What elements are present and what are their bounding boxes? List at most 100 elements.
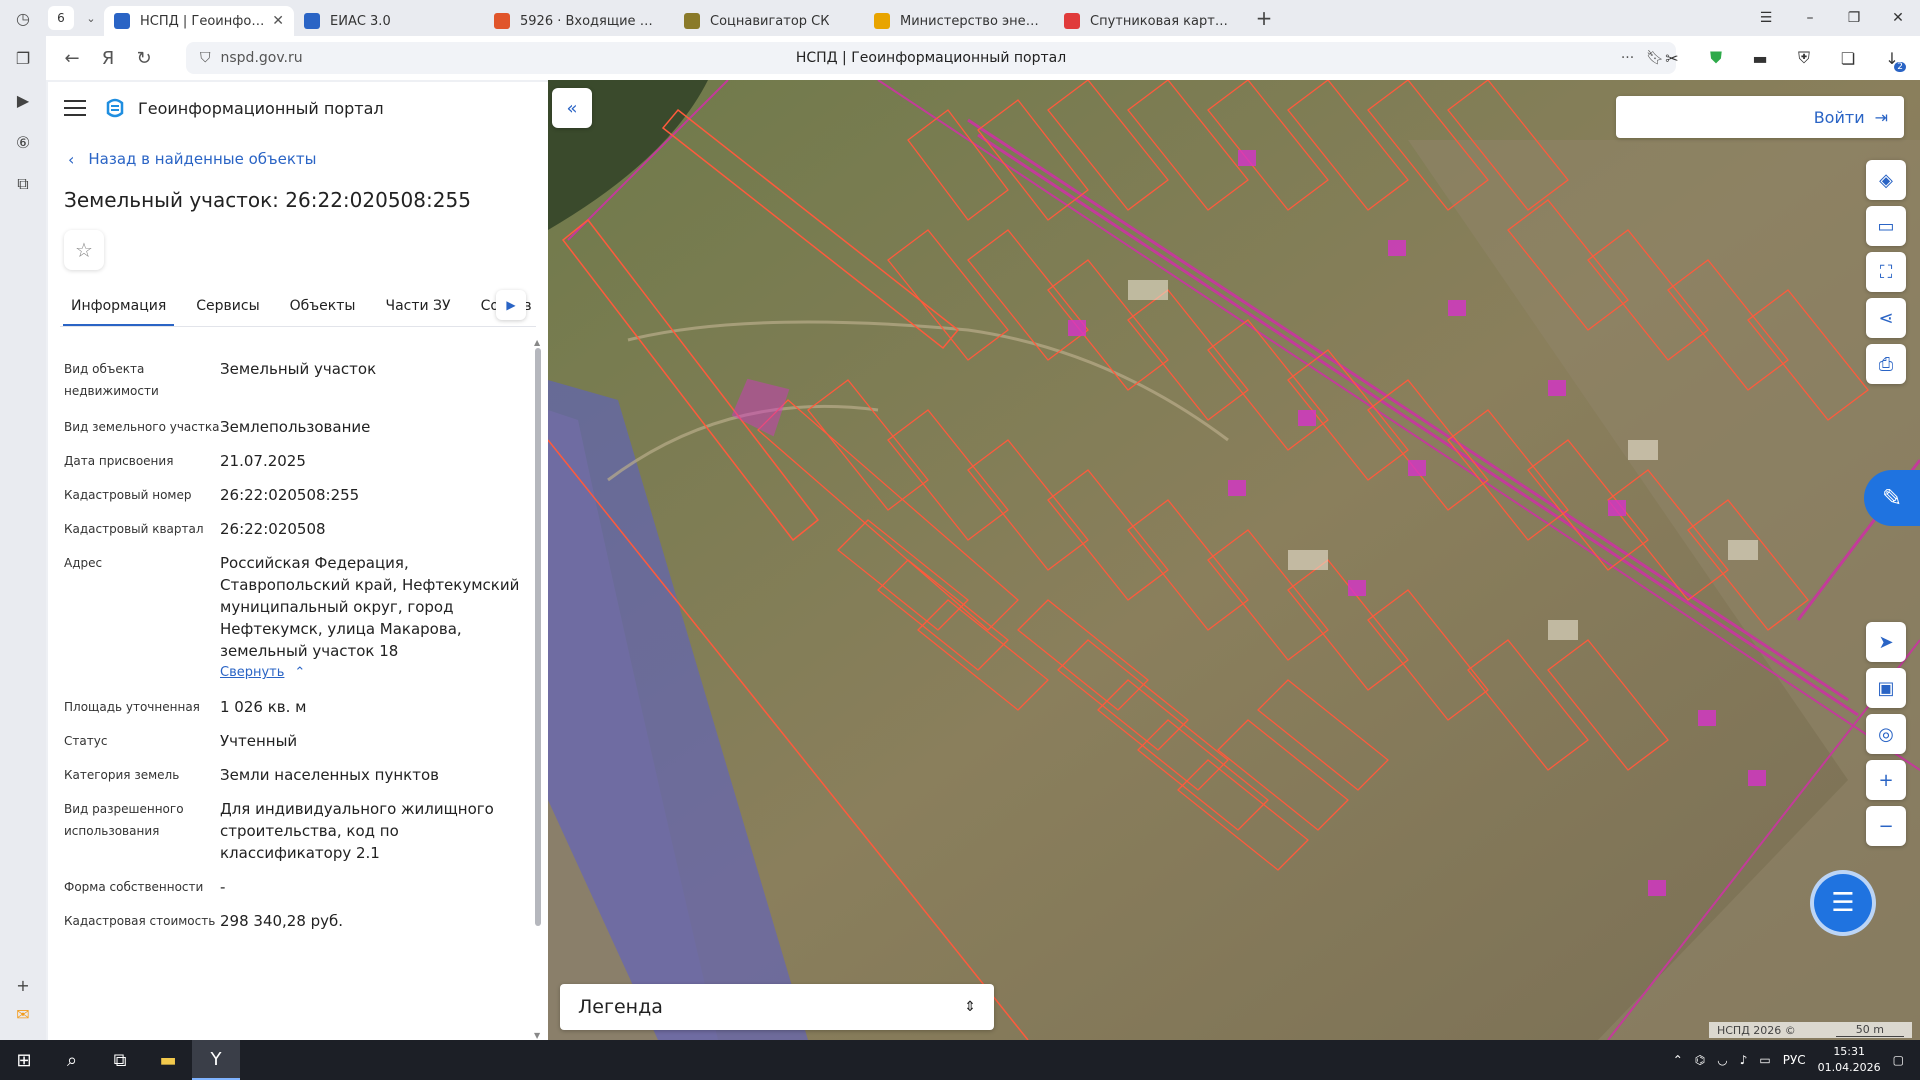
chevron-up-icon: ⌃ — [294, 665, 306, 680]
collapse-address-link[interactable]: Свернуть ⌃ — [220, 662, 530, 684]
login-label: Войти — [1813, 107, 1865, 127]
add-sidebar-icon[interactable]: + — [7, 976, 39, 995]
close-window-button[interactable]: ✕ — [1876, 0, 1920, 36]
area-select-icon[interactable]: ⛶ — [1866, 252, 1906, 292]
property-value-text: 1 026 кв. м — [220, 698, 307, 716]
browser-tab[interactable]: Соцнавигатор СК — [674, 6, 864, 36]
taskbar: ⊞ ⌕ ⧉ ▬ Y ⌃ ⌬ ◡ ♪ ▭ РУС 15:31 01.04.2026… — [0, 1040, 1920, 1080]
assistant-icon[interactable]: ✎ — [1864, 470, 1920, 526]
property-key: Кадастровая стоимость — [64, 914, 216, 928]
reload-icon[interactable]: ↻ — [126, 40, 162, 76]
share-icon[interactable]: ⋖ — [1866, 298, 1906, 338]
zoom-in-button[interactable]: + — [1866, 760, 1906, 800]
tabs-menu-icon[interactable]: ☰ — [1744, 0, 1788, 36]
layers-icon[interactable]: ◈ — [1866, 160, 1906, 200]
property-value-text: - — [220, 878, 226, 896]
yandex-logo-icon[interactable]: Я — [90, 40, 126, 76]
notifications-icon[interactable]: ▢ — [1893, 1053, 1904, 1067]
tab-favicon-icon — [684, 13, 700, 29]
property-key: Дата присвоения — [64, 454, 174, 468]
back-icon[interactable]: ← — [54, 40, 90, 76]
info-tab[interactable]: Объекты — [282, 298, 364, 326]
volume-icon[interactable]: ♪ — [1740, 1053, 1748, 1067]
property-value: - — [220, 876, 530, 898]
satellite-map[interactable] — [548, 80, 1920, 1040]
browser-tab[interactable]: ЕИАС 3.0 — [294, 6, 484, 36]
chat-icon[interactable]: ☰ — [1810, 870, 1876, 936]
protect-icon[interactable]: ⛨ — [1788, 42, 1820, 74]
url-field[interactable]: ⛉ nspd.gov.ru НСПД | Геоинформационный п… — [186, 42, 1676, 74]
property-value: Землепользование — [220, 416, 530, 438]
tab-label: НСПД | Геоинформационный портал — [140, 13, 266, 29]
browser-tab[interactable]: Министерство энергетики — [864, 6, 1054, 36]
minimize-button[interactable]: – — [1788, 0, 1832, 36]
app-6-icon[interactable]: ⑥ — [7, 126, 39, 158]
wifi-icon[interactable]: ◡ — [1717, 1053, 1727, 1067]
browser-tab[interactable]: 5926 · Входящие — Яндекс Почта — [484, 6, 674, 36]
login-icon: ⇥ — [1874, 107, 1888, 127]
task-view-icon[interactable]: ⧉ — [96, 1040, 144, 1080]
extension-icon[interactable]: ✂ — [1656, 42, 1688, 74]
tab-favicon-icon — [1064, 13, 1080, 29]
tab-favicon-icon — [494, 13, 510, 29]
language-indicator[interactable]: РУС — [1783, 1053, 1806, 1067]
ruler-icon[interactable]: ▭ — [1866, 206, 1906, 246]
network-icon[interactable]: ⌬ — [1695, 1053, 1705, 1067]
info-tab[interactable]: Информация — [63, 298, 175, 326]
menu-icon[interactable] — [64, 100, 86, 116]
browser-tab[interactable]: Спутниковая карта России — [1054, 6, 1244, 36]
locate-icon[interactable]: ➤ — [1866, 622, 1906, 662]
panel-scrollbar[interactable]: ▲ ▼ — [534, 338, 542, 1040]
print-icon[interactable]: ⎙ — [1866, 344, 1906, 384]
tab-count-badge[interactable]: 6 — [48, 6, 74, 30]
collections-icon[interactable]: ❏ — [1832, 42, 1864, 74]
more-icon[interactable]: ··· — [1621, 50, 1634, 66]
property-row: Вид объекта недвижимости Земельный участо… — [48, 358, 532, 402]
info-tab[interactable]: Части ЗУ — [377, 298, 458, 326]
media-icon[interactable]: ▶ — [7, 84, 39, 116]
map-view[interactable]: « Войти ⇥ ◈ ▭ ⛶ ⋖ ⎙ ✎ ➤ ▣ ◎ + − ☰ Легенд… — [548, 80, 1920, 1040]
portal-logo-icon — [106, 98, 124, 118]
windows-start-icon[interactable]: ⊞ — [0, 1040, 48, 1080]
minimap-icon[interactable]: ▣ — [1866, 668, 1906, 708]
tabs-next-icon[interactable]: ▶ — [496, 290, 526, 320]
browser-tab-bar: ◷ 6 ⌄ НСПД | Геоинформационный портал ✕ ЕИ… — [0, 0, 1920, 36]
collections-sidebar-icon[interactable]: ❐ — [7, 42, 39, 74]
zoom-out-button[interactable]: − — [1866, 806, 1906, 846]
tab-close-icon[interactable]: ✕ — [272, 13, 284, 29]
info-tab[interactable]: Сервисы — [188, 298, 267, 326]
vpn-icon[interactable]: ▬ — [1744, 42, 1776, 74]
new-tab-button[interactable]: + — [1250, 4, 1278, 32]
collapse-panel-button[interactable]: « — [552, 88, 592, 128]
clock[interactable]: 15:31 01.04.2026 — [1818, 1044, 1881, 1076]
page-title: НСПД | Геоинформационный портал — [795, 50, 1067, 66]
property-key: Категория земель — [64, 768, 180, 782]
address-bar: ← Я ↻ ⛉ nspd.gov.ru НСПД | Геоинформацио… — [46, 36, 1920, 80]
file-explorer-icon[interactable]: ▬ — [144, 1040, 192, 1080]
tray-chevron-icon[interactable]: ⌃ — [1673, 1053, 1683, 1067]
screenshot-icon[interactable]: ⧉ — [7, 168, 39, 200]
chevron-left-icon: ‹ — [68, 149, 75, 169]
display-icon[interactable]: ▭ — [1759, 1053, 1770, 1067]
mail-icon[interactable]: ✉ — [7, 1005, 39, 1024]
star-icon[interactable]: ☆ — [64, 230, 104, 270]
browser-tab[interactable]: НСПД | Геоинформационный портал ✕ — [104, 6, 294, 36]
login-button[interactable]: Войти ⇥ — [1616, 96, 1904, 138]
property-row: Адрес Российская Федерация, Ставропольски… — [48, 552, 532, 684]
clock-time: 15:31 — [1833, 1045, 1866, 1058]
downloads-icon[interactable]: ↓ 2 — [1876, 42, 1908, 74]
back-to-results-link[interactable]: ‹ Назад в найденные объекты — [48, 148, 548, 170]
search-location-icon[interactable]: ◎ — [1866, 714, 1906, 754]
property-key: Статус — [64, 734, 108, 748]
yandex-browser-icon[interactable]: Y — [192, 1040, 240, 1080]
search-icon[interactable]: ⌕ — [48, 1040, 96, 1080]
site-info-icon[interactable]: ⛉ — [200, 50, 211, 66]
history-icon[interactable]: ◷ — [0, 0, 46, 36]
tabs-dropdown-icon[interactable]: ⌄ — [78, 6, 104, 30]
shield-icon[interactable]: ⛊ — [1700, 42, 1732, 74]
tab-label: Соцнавигатор СК — [710, 13, 830, 29]
property-value: Учтенный — [220, 730, 530, 752]
restore-button[interactable]: ❐ — [1832, 0, 1876, 36]
property-key: Адрес — [64, 556, 103, 570]
legend-dropdown[interactable]: Легенда ⇕ — [560, 984, 994, 1030]
